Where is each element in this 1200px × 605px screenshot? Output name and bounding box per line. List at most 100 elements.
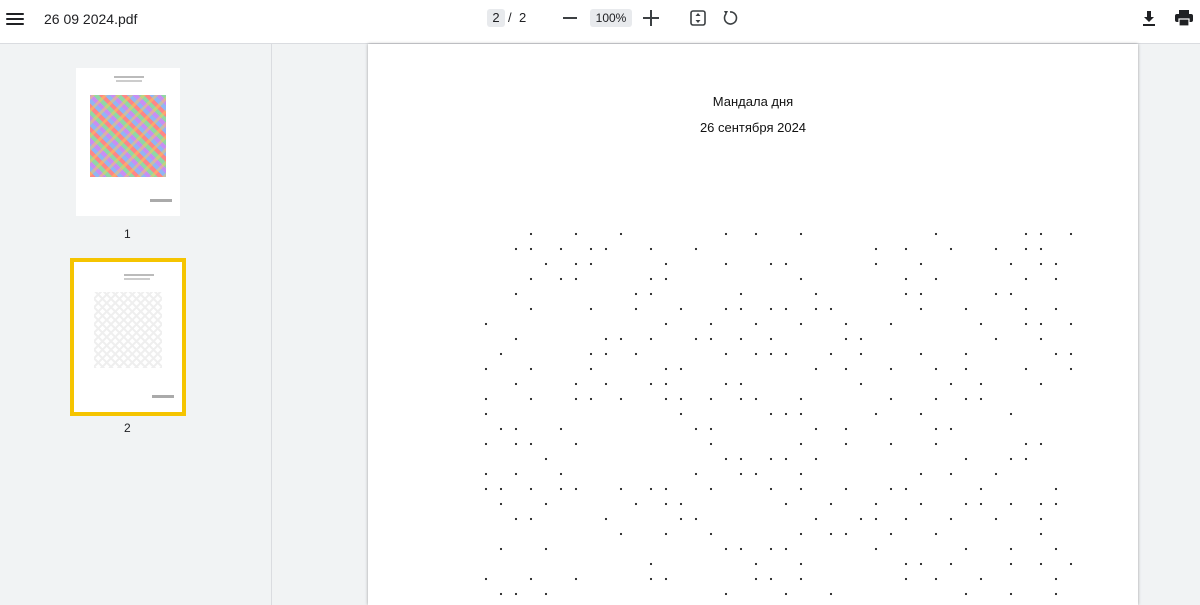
zoom-in-icon[interactable] [643,10,659,26]
pattern-dot [769,412,773,416]
pattern-dot [784,457,788,461]
pattern-dot [1039,247,1043,251]
menu-icon[interactable] [6,10,24,28]
pattern-dot [919,292,923,296]
zoom-out-icon[interactable] [563,17,577,19]
pattern-dot [694,247,698,251]
pattern-dot [484,412,488,416]
pattern-dot [1009,592,1013,596]
print-icon[interactable] [1174,9,1194,27]
pattern-dot [739,337,743,341]
page-total: 2 [519,10,527,25]
pattern-dot [949,517,953,521]
pattern-dot [484,322,488,326]
pattern-dot [619,337,623,341]
pattern-dot [1009,412,1013,416]
pattern-dot [1039,322,1043,326]
pattern-dot [1054,277,1058,281]
pattern-dot [484,472,488,476]
pattern-dot [544,262,548,266]
pattern-dot [529,232,533,236]
pattern-dot [1009,262,1013,266]
pattern-dot [799,487,803,491]
pattern-dot [1069,367,1073,371]
pattern-dot [514,517,518,521]
pattern-dot [514,592,518,596]
pattern-dot [1039,262,1043,266]
pattern-dot [829,532,833,536]
pattern-dot [889,442,893,446]
pattern-dot [889,532,893,536]
pattern-dot [739,397,743,401]
pattern-dot [979,487,983,491]
pattern-dot [514,382,518,386]
pattern-dot [754,577,758,581]
pattern-dot [934,367,938,371]
pattern-dot [1024,457,1028,461]
pattern-dot [919,262,923,266]
pattern-dot [949,562,953,566]
pattern-dot [724,457,728,461]
thumbnail-title-line [114,76,144,78]
pattern-dot [784,547,788,551]
pattern-dot [544,502,548,506]
pattern-dot [529,517,533,521]
pattern-dot [784,412,788,416]
pattern-dot [724,382,728,386]
pattern-dot [799,442,803,446]
pattern-dot [559,277,563,281]
pattern-dot [1069,322,1073,326]
pattern-dot [604,337,608,341]
pattern-dot [904,562,908,566]
pattern-dot [679,502,683,506]
pattern-dot [784,262,788,266]
pattern-dot [859,517,863,521]
pattern-dot [589,262,593,266]
pattern-dot [544,457,548,461]
pattern-dot [529,487,533,491]
pattern-dot [979,382,983,386]
pattern-dot [679,367,683,371]
page-number-input[interactable]: 2 [487,9,505,27]
pattern-dot [604,517,608,521]
fit-page-icon[interactable] [689,9,707,27]
rotate-icon[interactable] [721,9,739,27]
pattern-dot [1039,532,1043,536]
pattern-dot [754,322,758,326]
pattern-dot [769,262,773,266]
pattern-dot [514,337,518,341]
pattern-dot [979,577,983,581]
pattern-dot [1039,562,1043,566]
pattern-dot [934,232,938,236]
pattern-dot [664,322,668,326]
pattern-dot [694,427,698,431]
pattern-dot [574,232,578,236]
page-thumbnail-2[interactable] [70,258,186,416]
pattern-dot [484,487,488,491]
download-icon[interactable] [1140,9,1158,27]
pattern-dot [589,397,593,401]
colored-mandala-image [90,95,166,177]
pattern-dot [1024,232,1028,236]
document-title: 26 09 2024.pdf [44,11,138,27]
pattern-dot [874,262,878,266]
pattern-dot [754,232,758,236]
pattern-dot [634,502,638,506]
pattern-dot [859,337,863,341]
pattern-dot [859,352,863,356]
pattern-dot [1039,232,1043,236]
thumbnail-sidebar: 1 2 [0,44,272,605]
zoom-input[interactable]: 100% [590,9,632,27]
pattern-dot [484,397,488,401]
pattern-dot [1039,517,1043,521]
page-thumbnail-1[interactable] [76,68,180,216]
pattern-dot [694,472,698,476]
pattern-dot [769,487,773,491]
pattern-dot [799,532,803,536]
pattern-dot [724,592,728,596]
pattern-dot [994,337,998,341]
thumbnail-subtitle-line [124,278,150,280]
pattern-dot [664,277,668,281]
pattern-dot [619,487,623,491]
pattern-dot [769,337,773,341]
